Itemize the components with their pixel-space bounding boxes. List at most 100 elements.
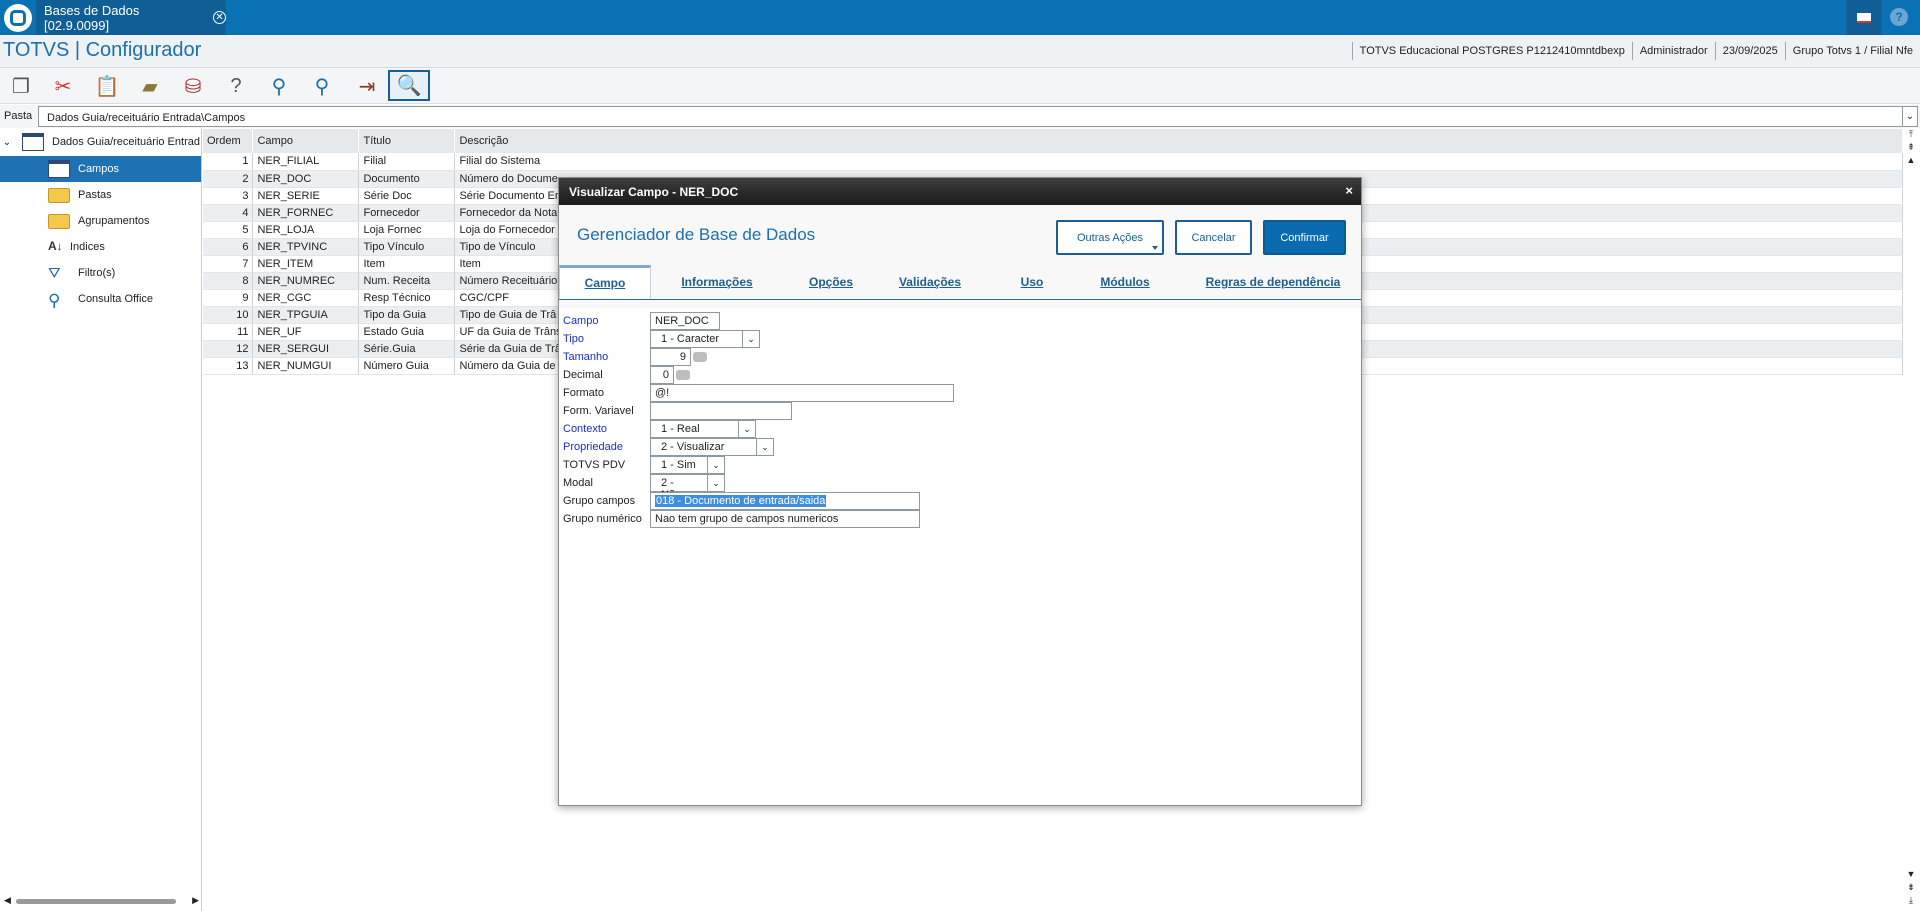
formato-field[interactable]: @! (650, 384, 954, 402)
tipo-row: Tipo 1 - Caracter ⌄ (563, 330, 760, 348)
update-database-icon[interactable]: ⛁ (178, 71, 208, 101)
tree-root-label: Dados Guia/receituário Entrad (52, 136, 200, 148)
scroll-page-down-icon[interactable]: ⇟ (1904, 882, 1918, 895)
table-row[interactable]: 1 NER_FILIAL Filial Filial do Sistema (203, 153, 1903, 171)
cell-titulo: Fornecedor (358, 204, 456, 222)
contexto-select[interactable]: 1 - Real ⌄ (650, 420, 756, 438)
scroll-down-icon[interactable]: ▼ (1904, 869, 1918, 882)
copy-icon[interactable]: ❐ (6, 71, 36, 101)
column-header-titulo[interactable]: Título (358, 129, 456, 153)
contexto-value: 1 - Real (650, 420, 739, 438)
column-header-descricao[interactable]: Descrição (454, 129, 1903, 153)
tab-opcoes[interactable]: Opções (803, 265, 859, 299)
tab-close-icon[interactable]: ✕ (213, 11, 226, 24)
cell-ordem: 4 (203, 204, 254, 222)
chevron-down-icon[interactable]: ⌄ (739, 420, 756, 438)
chevron-down-icon[interactable]: ⌄ (757, 438, 774, 456)
cut-icon[interactable]: ✂ (48, 71, 78, 101)
company-info[interactable]: Grupo Totvs 1 / Filial Nfe (1784, 42, 1920, 60)
decimal-row: Decimal 0 (563, 366, 690, 384)
chevron-down-icon[interactable]: ⌄ (708, 474, 725, 492)
chevron-down-icon[interactable]: ⌄ (743, 330, 760, 348)
help-icon[interactable]: ? (1890, 8, 1908, 26)
user-info[interactable]: Administrador (1631, 42, 1715, 60)
help-bubble-icon[interactable]: ? (221, 71, 251, 101)
collapse-icon[interactable]: ⌄ (0, 137, 14, 148)
cell-ordem: 6 (203, 238, 254, 256)
grid-header: Ordem Campo Título Descrição (203, 129, 1903, 153)
top-bar: Bases de Dados [02.9.0099] ✕ ? (0, 0, 1920, 35)
tree-item-campos[interactable]: Campos (0, 156, 201, 182)
totvs-logo-icon[interactable] (4, 4, 32, 32)
modal-row: Modal 2 - Não ⌄ (563, 474, 725, 501)
cell-campo: NER_TPVINC (252, 238, 360, 256)
cell-ordem: 2 (203, 170, 254, 188)
modal-select[interactable]: 2 - Não ⌄ (650, 474, 725, 501)
cell-titulo: Tipo Vínculo (358, 238, 456, 256)
stepper-icon[interactable] (693, 352, 707, 362)
scroll-left-icon[interactable]: ◀ (4, 895, 11, 906)
grupo-numerico-field[interactable]: Nao tem grupo de campos numericos (650, 510, 920, 528)
scroll-right-icon[interactable]: ▶ (192, 895, 199, 906)
tab-campo[interactable]: Campo (559, 265, 651, 299)
close-icon[interactable]: × (1345, 183, 1353, 198)
tree-root[interactable]: ⌄ Dados Guia/receituário Entrad (0, 132, 201, 152)
column-header-campo[interactable]: Campo (252, 129, 360, 153)
tree-item-consulta-office[interactable]: ⚲ Consulta Office (0, 286, 201, 312)
environment-info[interactable]: TOTVS Educacional POSTGRES P1212410mntdb… (1351, 42, 1632, 60)
tab-uso[interactable]: Uso (1015, 265, 1049, 299)
scroll-thumb[interactable] (16, 899, 176, 904)
paste-icon[interactable]: 📋 (92, 71, 122, 101)
scroll-up-icon[interactable]: ▲ (1904, 155, 1918, 168)
tab-validacoes[interactable]: Validações (893, 265, 967, 299)
search-icon[interactable]: ⚲ (264, 71, 294, 101)
form-variavel-field[interactable] (650, 402, 792, 420)
date-info[interactable]: 23/09/2025 (1714, 42, 1785, 60)
column-header-ordem[interactable]: Ordem (203, 129, 254, 153)
cell-titulo: Num. Receita (358, 272, 456, 290)
tipo-select[interactable]: 1 - Caracter ⌄ (650, 330, 760, 348)
scroll-page-up-icon[interactable]: ⇞ (1904, 142, 1918, 155)
stepper-icon[interactable] (676, 370, 690, 380)
tree-item-pastas[interactable]: Pastas (0, 182, 201, 208)
mail-icon[interactable] (1846, 0, 1882, 35)
toolbar: ❐ ✂ 📋 ▰ ⛁ ? ⚲ ⚲ ⇥ 🔍 (0, 68, 1920, 104)
scroll-top-icon[interactable]: ⤒ (1904, 129, 1918, 142)
pasta-field[interactable]: Dados Guia/receituário Entrada\Campos (38, 106, 1904, 127)
propriedade-select[interactable]: 2 - Visualizar ⌄ (650, 438, 774, 456)
exit-icon[interactable]: ⇥ (352, 71, 382, 101)
cell-campo: NER_DOC (252, 170, 360, 188)
grupo-campos-value: 018 - Documento de entrada/saida (655, 495, 827, 507)
view-field-icon[interactable]: 🔍 (388, 70, 430, 101)
tab-regras-de-dependencia[interactable]: Regras de dependência (1193, 265, 1353, 299)
dialog-title-bar[interactable]: Visualizar Campo - NER_DOC × (559, 178, 1361, 205)
tree-item-indices[interactable]: A↓ Indices (0, 234, 201, 260)
tree-horizontal-scrollbar[interactable]: ◀ ▶ (4, 895, 199, 907)
confirm-button[interactable]: Confirmar (1263, 220, 1346, 255)
pasta-dropdown-icon[interactable]: ⌄ (1902, 106, 1918, 127)
totvs-pdv-select[interactable]: 1 - Sim ⌄ (650, 456, 725, 474)
grid-vertical-scrollbar[interactable]: ⤒ ⇞ ▲ ▼ ⇟ ⤓ (1904, 129, 1918, 911)
cell-ordem: 5 (203, 221, 254, 239)
search-next-icon[interactable]: ⚲ (307, 71, 337, 101)
cancel-button[interactable]: Cancelar (1175, 220, 1252, 255)
campo-field[interactable]: NER_DOC (650, 312, 720, 330)
decimal-field[interactable]: 0 (650, 366, 674, 384)
tamanho-field[interactable]: 9 (650, 348, 691, 366)
tab-bases-de-dados[interactable]: Bases de Dados [02.9.0099] ✕ (36, 0, 226, 35)
scroll-bottom-icon[interactable]: ⤓ (1904, 895, 1918, 908)
tab-label: Bases de Dados [02.9.0099] (44, 2, 140, 33)
other-actions-button[interactable]: Outras Ações (1056, 220, 1164, 255)
tree-item-agrupamentos[interactable]: Agrupamentos (0, 208, 201, 234)
cell-titulo: Resp Técnico (358, 289, 456, 307)
tree-item-filtros[interactable]: ⛛ Filtro(s) (0, 260, 201, 286)
tab-informacoes[interactable]: Informações (671, 265, 763, 299)
tab-modulos[interactable]: Módulos (1093, 265, 1157, 299)
cell-titulo: Filial (358, 153, 456, 171)
chevron-down-icon[interactable]: ⌄ (708, 456, 725, 474)
propriedade-row: Propriedade 2 - Visualizar ⌄ (563, 438, 774, 456)
cell-ordem: 9 (203, 289, 254, 307)
book-icon[interactable]: ▰ (135, 71, 165, 101)
grupo-campos-field[interactable]: 018 - Documento de entrada/saida (650, 492, 920, 510)
cell-campo: NER_ITEM (252, 255, 360, 273)
